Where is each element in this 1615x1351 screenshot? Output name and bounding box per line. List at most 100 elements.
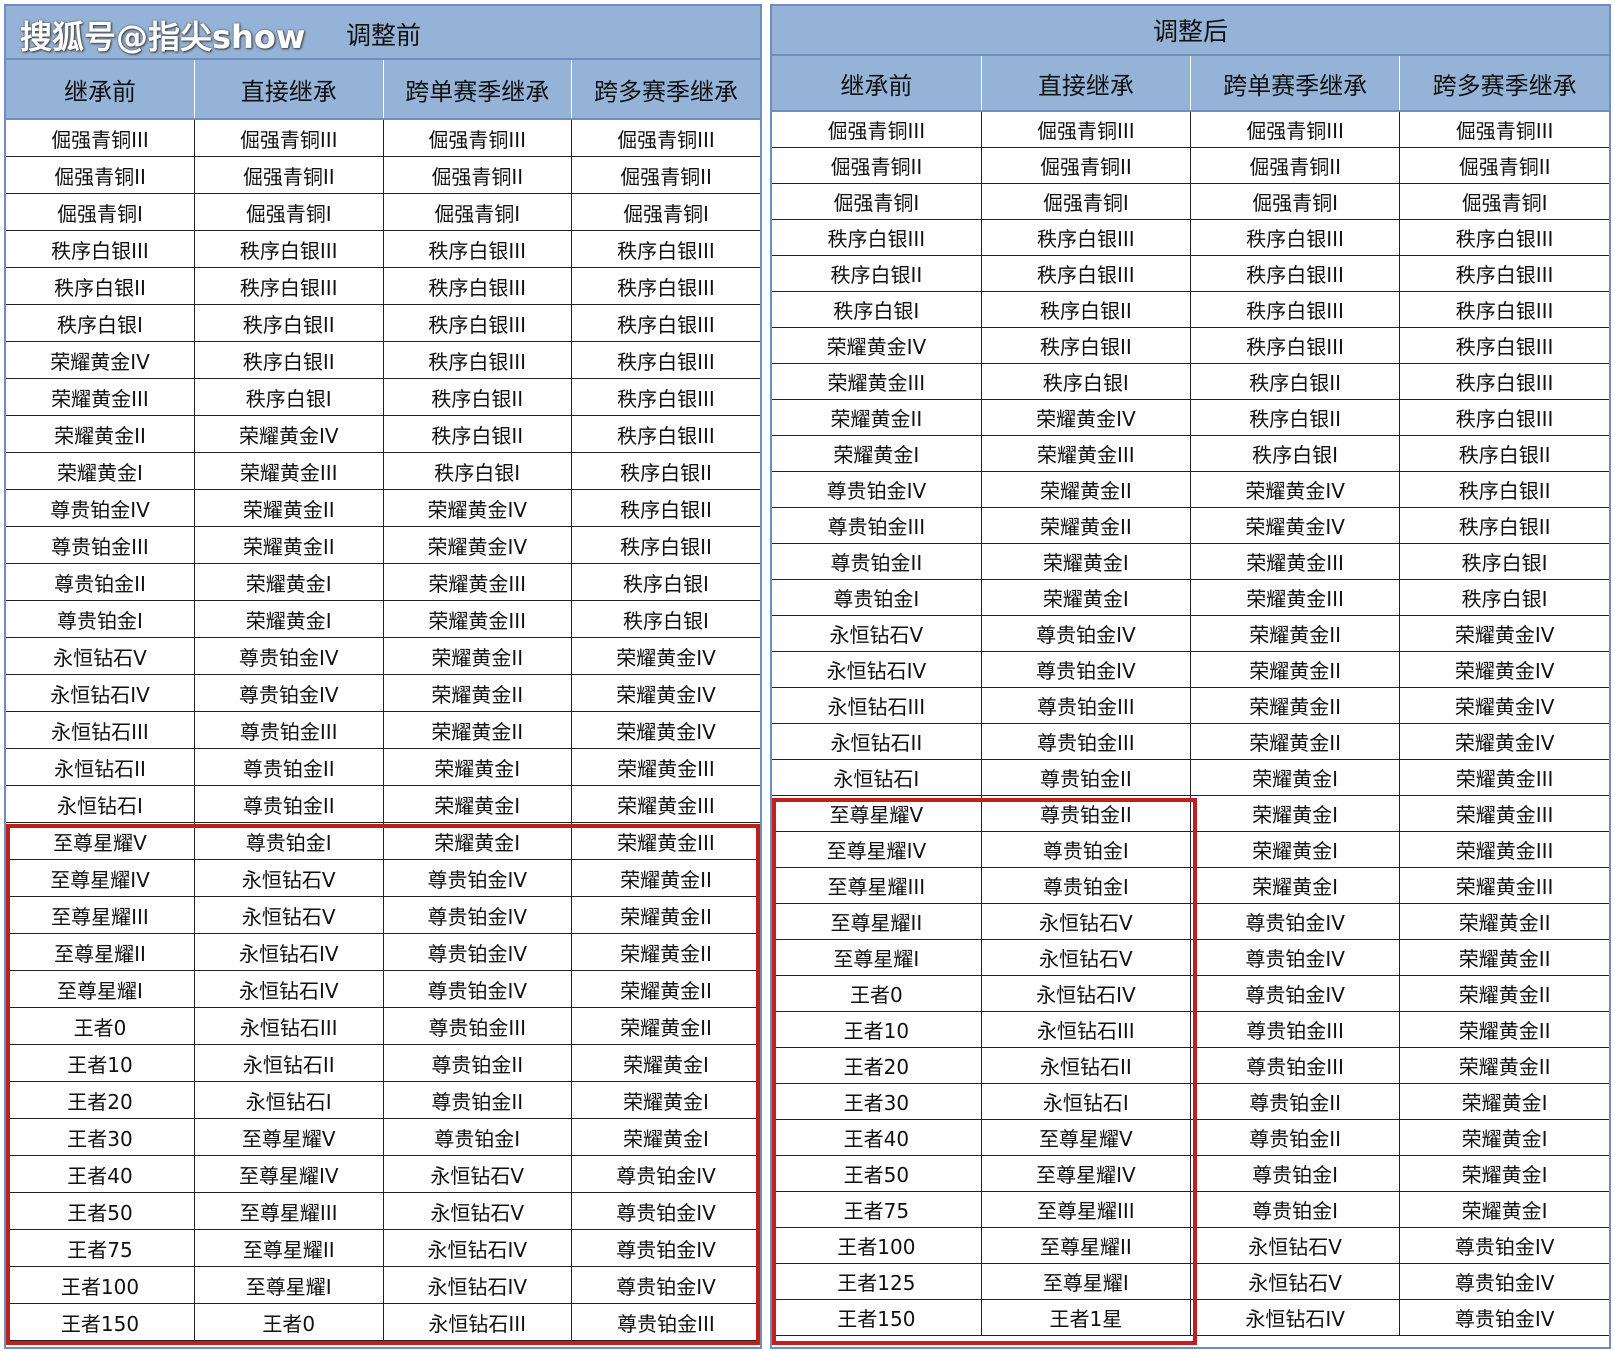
table-row: 王者50 至尊星耀III 永恒钻石V 尊贵铂金IV bbox=[6, 1192, 760, 1230]
table-cell: 王者10 bbox=[772, 1011, 982, 1048]
table-row: 尊贵铂金III 荣耀黄金II 荣耀黄金IV 秩序白银II bbox=[772, 507, 1609, 544]
table-cell: 尊贵铂金I bbox=[1190, 1155, 1401, 1192]
table-row: 荣耀黄金I 荣耀黄金III 秩序白银I 秩序白银II bbox=[6, 452, 760, 490]
table-cell: 永恒钻石IV bbox=[194, 933, 384, 971]
table-cell: 尊贵铂金I bbox=[981, 831, 1192, 868]
table-cell: 尊贵铂金IV bbox=[772, 471, 982, 508]
table-cell: 至尊星耀II bbox=[6, 933, 195, 971]
table-cell: 秩序白银III bbox=[194, 230, 384, 268]
table-row: 王者10 永恒钻石II 尊贵铂金II 荣耀黄金I bbox=[6, 1044, 760, 1082]
table-cell: 秩序白银II bbox=[981, 291, 1192, 328]
table-cell: 秩序白银III bbox=[383, 267, 572, 305]
table-row: 秩序白银I 秩序白银II 秩序白银III 秩序白银III bbox=[6, 304, 760, 342]
table-row: 王者100 至尊星耀II 永恒钻石V 尊贵铂金IV bbox=[772, 1227, 1609, 1264]
table-cell: 荣耀黄金I bbox=[571, 1044, 760, 1082]
table-row: 秩序白银III 秩序白银III 秩序白银III 秩序白银III bbox=[6, 230, 760, 268]
table-cell: 倔强青铜III bbox=[1190, 111, 1401, 148]
table-row: 王者10 永恒钻石III 尊贵铂金III 荣耀黄金II bbox=[772, 1011, 1609, 1048]
table-cell: 倔强青铜I bbox=[571, 193, 760, 231]
table-cell: 荣耀黄金IV bbox=[383, 489, 572, 527]
table-cell: 尊贵铂金IV bbox=[1399, 1227, 1609, 1264]
table-cell: 荣耀黄金I bbox=[1190, 867, 1401, 904]
table-cell: 秩序白银II bbox=[1190, 399, 1401, 436]
table-cell: 荣耀黄金II bbox=[1399, 939, 1609, 976]
table-cell: 荣耀黄金IV bbox=[571, 637, 760, 675]
table-row: 荣耀黄金III 秩序白银I 秩序白银II 秩序白银III bbox=[6, 378, 760, 416]
table-cell: 永恒钻石I bbox=[194, 1081, 384, 1119]
table-row: 秩序白银II 秩序白银III 秩序白银III 秩序白银III bbox=[772, 255, 1609, 292]
table-cell: 秩序白银II bbox=[1399, 471, 1609, 508]
table-cell: 至尊星耀III bbox=[772, 867, 982, 904]
table-cell: 尊贵铂金III bbox=[772, 507, 982, 544]
table-cell: 至尊星耀III bbox=[6, 896, 195, 934]
table-cell: 秩序白银II bbox=[194, 341, 384, 379]
table-cell: 永恒钻石V bbox=[383, 1192, 572, 1230]
table-cell: 荣耀黄金II bbox=[1190, 651, 1401, 688]
table-cell: 永恒钻石III bbox=[6, 711, 195, 749]
table-cell: 荣耀黄金II bbox=[383, 674, 572, 712]
table-cell: 秩序白银I bbox=[383, 452, 572, 490]
column-header: 跨多赛季继承 bbox=[571, 60, 760, 120]
table-cell: 永恒钻石V bbox=[194, 896, 384, 934]
left-rank-table: 继承前 直接继承 跨单赛季继承 跨多赛季继承 倔强青铜III 倔强青铜III 倔强青… bbox=[6, 60, 760, 1341]
table-cell: 荣耀黄金IV bbox=[571, 711, 760, 749]
table-cell: 荣耀黄金IV bbox=[772, 327, 982, 364]
table-cell: 秩序白银III bbox=[194, 267, 384, 305]
left-table-title: 调整前 bbox=[346, 21, 422, 50]
table-cell: 荣耀黄金II bbox=[1399, 1011, 1609, 1048]
table-cell: 荣耀黄金I bbox=[383, 822, 572, 860]
table-cell: 秩序白银I bbox=[194, 378, 384, 416]
table-cell: 尊贵铂金IV bbox=[1190, 939, 1401, 976]
table-cell: 秩序白银II bbox=[571, 452, 760, 490]
table-cell: 荣耀黄金I bbox=[1399, 1083, 1609, 1120]
table-cell: 倔强青铜II bbox=[194, 156, 384, 194]
table-cell: 倔强青铜II bbox=[1190, 147, 1401, 184]
table-row: 尊贵铂金II 荣耀黄金I 荣耀黄金III 秩序白银I bbox=[6, 563, 760, 601]
table-cell: 荣耀黄金II bbox=[1399, 1047, 1609, 1084]
table-cell: 荣耀黄金III bbox=[6, 378, 195, 416]
table-cell: 荣耀黄金II bbox=[1190, 723, 1401, 760]
table-cell: 荣耀黄金II bbox=[571, 933, 760, 971]
table-cell: 荣耀黄金IV bbox=[1399, 615, 1609, 652]
table-row: 王者0 永恒钻石IV 尊贵铂金IV 荣耀黄金II bbox=[772, 975, 1609, 1012]
table-cell: 荣耀黄金I bbox=[1399, 1191, 1609, 1228]
table-row: 王者40 至尊星耀V 尊贵铂金II 荣耀黄金I bbox=[772, 1119, 1609, 1156]
table-cell: 秩序白银III bbox=[1399, 255, 1609, 292]
table-cell: 荣耀黄金II bbox=[571, 970, 760, 1008]
table-cell: 永恒钻石I bbox=[772, 759, 982, 796]
table-cell: 秩序白银I bbox=[981, 363, 1192, 400]
table-cell: 王者0 bbox=[194, 1303, 384, 1341]
table-cell: 尊贵铂金II bbox=[6, 563, 195, 601]
table-cell: 倔强青铜III bbox=[571, 119, 760, 157]
table-cell: 秩序白银III bbox=[981, 255, 1192, 292]
table-cell: 秩序白银II bbox=[772, 255, 982, 292]
table-cell: 秩序白银II bbox=[1399, 435, 1609, 472]
table-cell: 倔强青铜I bbox=[194, 193, 384, 231]
table-cell: 荣耀黄金III bbox=[383, 563, 572, 601]
table-cell: 尊贵铂金II bbox=[383, 1081, 572, 1119]
table-cell: 荣耀黄金II bbox=[981, 507, 1192, 544]
table-cell: 倔强青铜I bbox=[772, 183, 982, 220]
table-cell: 永恒钻石V bbox=[194, 859, 384, 897]
table-row: 永恒钻石V 尊贵铂金IV 荣耀黄金II 荣耀黄金IV bbox=[772, 615, 1609, 652]
table-cell: 秩序白银III bbox=[981, 219, 1192, 256]
right-header-row: 继承前 直接继承 跨单赛季继承 跨多赛季继承 bbox=[772, 56, 1609, 112]
table-cell: 荣耀黄金III bbox=[571, 785, 760, 823]
table-cell: 尊贵铂金IV bbox=[981, 651, 1192, 688]
table-cell: 永恒钻石V bbox=[981, 903, 1192, 940]
table-cell: 尊贵铂金IV bbox=[981, 615, 1192, 652]
table-cell: 荣耀黄金III bbox=[1399, 795, 1609, 832]
table-row: 王者20 永恒钻石II 尊贵铂金III 荣耀黄金II bbox=[772, 1047, 1609, 1084]
table-cell: 永恒钻石III bbox=[981, 1011, 1192, 1048]
right-table-panel: 调整后 继承前 直接继承 跨单赛季继承 跨多赛季继承 倔强青铜III 倔强青铜II… bbox=[770, 4, 1611, 1349]
table-cell: 秩序白银II bbox=[571, 526, 760, 564]
table-cell: 荣耀黄金II bbox=[772, 399, 982, 436]
table-row: 永恒钻石III 尊贵铂金III 荣耀黄金II 荣耀黄金IV bbox=[6, 711, 760, 749]
table-cell: 荣耀黄金I bbox=[1190, 831, 1401, 868]
table-row: 荣耀黄金II 荣耀黄金IV 秩序白银II 秩序白银III bbox=[772, 399, 1609, 436]
table-row: 倔强青铜I 倔强青铜I 倔强青铜I 倔强青铜I bbox=[772, 183, 1609, 220]
table-cell: 尊贵铂金IV bbox=[383, 896, 572, 934]
table-cell: 尊贵铂金III bbox=[981, 723, 1192, 760]
table-cell: 至尊星耀I bbox=[194, 1266, 384, 1304]
table-row: 永恒钻石II 尊贵铂金III 荣耀黄金II 荣耀黄金IV bbox=[772, 723, 1609, 760]
